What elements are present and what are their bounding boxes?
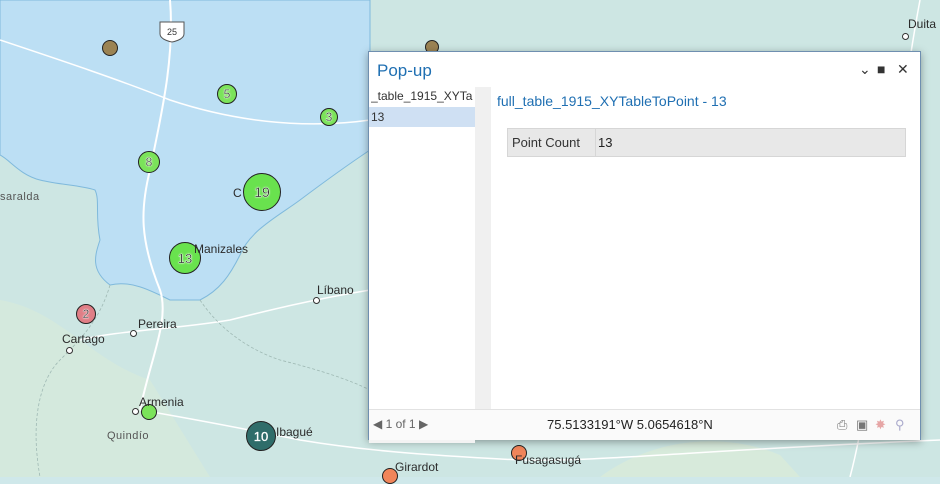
cluster-count: 2 xyxy=(82,307,90,321)
city-dot xyxy=(66,347,73,354)
region-label-quindio: Quindío xyxy=(107,430,150,442)
region-label-risaralda: saralda xyxy=(0,191,40,203)
popup-title: Pop-up xyxy=(377,61,432,80)
cluster-count: 19 xyxy=(254,184,270,200)
place-label-libano: Líbano xyxy=(317,283,354,297)
place-label-c: C xyxy=(233,186,242,200)
popup-footer: ◀ 1 of 1 ▶ 75.5133191°W 5.0654618°N ⎙ ▣ … xyxy=(369,409,920,440)
close-icon[interactable]: ✕ xyxy=(897,61,909,78)
zoom-icon[interactable]: ⚲ xyxy=(895,417,905,433)
place-label-duita: Duita xyxy=(908,17,937,31)
cluster-count: 5 xyxy=(223,87,231,101)
feature-list-item-selected[interactable]: 13 xyxy=(369,107,475,127)
previous-icon[interactable]: ◀ xyxy=(373,417,382,431)
place-label-armenia: Armenia xyxy=(139,395,184,409)
cluster-count: 3 xyxy=(325,110,333,124)
cluster-marker[interactable]: 19 xyxy=(243,173,281,211)
feature-detail-title[interactable]: full_table_1915_XYTableToPoint - 13 xyxy=(497,93,727,109)
cluster-marker[interactable]: 3 xyxy=(320,108,338,126)
city-dot xyxy=(132,408,139,415)
cluster-count: 10 xyxy=(253,428,269,444)
popup-window[interactable]: Pop-up ⌄ ■ ✕ _table_1915_XYTa 13 < > ful… xyxy=(368,51,921,443)
cluster-count: 13 xyxy=(177,250,193,266)
place-label-manizales: Manizales xyxy=(194,242,249,256)
next-icon[interactable]: ▶ xyxy=(419,417,428,431)
place-label-fusagasuga: Fusagasugá xyxy=(515,453,582,467)
place-label-pereira: Pereira xyxy=(138,317,177,331)
export-icon[interactable]: ▣ xyxy=(856,417,868,433)
cluster-marker[interactable]: 8 xyxy=(138,151,160,173)
point-marker[interactable] xyxy=(102,40,118,56)
feature-list[interactable]: _table_1915_XYTa 13 < > xyxy=(369,87,476,443)
road-shield-label: 25 xyxy=(167,27,177,37)
place-label-ibague: Ibagué xyxy=(276,425,313,439)
cluster-marker[interactable]: 2 xyxy=(76,304,96,324)
city-dot xyxy=(902,33,909,40)
city-dot xyxy=(130,330,137,337)
coordinate-readout: 75.5133191°W 5.0654618°N xyxy=(547,417,713,432)
print-icon[interactable]: ⎙ xyxy=(837,417,847,433)
pane-divider[interactable] xyxy=(475,87,491,409)
pager-text: 1 of 1 xyxy=(385,417,416,431)
place-label-cartago: Cartago xyxy=(62,332,105,346)
attribute-value: 13 xyxy=(598,135,613,150)
cluster-count: 8 xyxy=(145,155,153,169)
place-label-girardot: Girardot xyxy=(395,460,439,474)
attribute-field: Point Count xyxy=(508,129,596,156)
chevron-down-icon[interactable]: ⌄ xyxy=(859,61,871,78)
flash-icon[interactable]: ✸ xyxy=(875,417,886,433)
attribute-table: Point Count 13 xyxy=(507,128,906,157)
cluster-marker[interactable]: 5 xyxy=(217,84,237,104)
maximize-icon[interactable]: ■ xyxy=(877,61,885,77)
city-dot xyxy=(313,297,320,304)
pager[interactable]: ◀ 1 of 1 ▶ xyxy=(373,417,428,431)
cluster-marker[interactable]: 10 xyxy=(246,421,276,451)
feature-list-header: _table_1915_XYTa xyxy=(371,89,473,103)
